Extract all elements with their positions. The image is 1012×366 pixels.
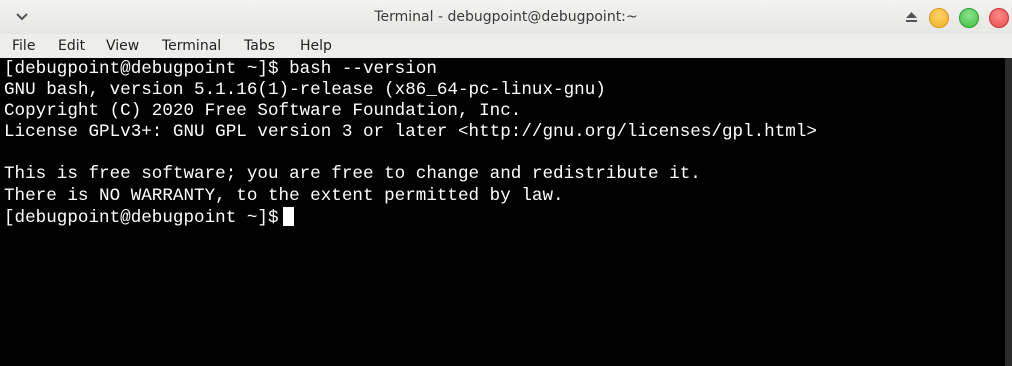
menu-help[interactable]: Help — [300, 34, 332, 58]
title-bar[interactable]: Terminal - debugpoint@debugpoint:~ — [0, 0, 1012, 34]
terminal-prompt-line: [debugpoint@debugpoint ~]$ — [4, 206, 1005, 228]
terminal-line: GNU bash, version 5.1.16(1)-release (x86… — [4, 80, 606, 101]
terminal-prompt: [debugpoint@debugpoint ~]$ — [4, 207, 279, 228]
scrollbar[interactable] — [1005, 58, 1012, 366]
terminal-line: This is free software; you are free to c… — [4, 164, 701, 185]
close-button[interactable] — [989, 8, 1009, 28]
terminal-window: Terminal - debugpoint@debugpoint:~ File … — [0, 0, 1012, 366]
menu-file[interactable]: File — [12, 34, 35, 58]
maximize-button[interactable] — [959, 8, 979, 28]
menu-view[interactable]: View — [106, 34, 139, 58]
minimize-button[interactable] — [929, 8, 949, 28]
menu-edit[interactable]: Edit — [58, 34, 85, 58]
terminal-line: There is NO WARRANTY, to the extent perm… — [4, 185, 564, 206]
window-title: Terminal - debugpoint@debugpoint:~ — [374, 9, 638, 25]
menu-bar: File Edit View Terminal Tabs Help — [0, 34, 1012, 59]
menu-terminal[interactable]: Terminal — [162, 34, 221, 58]
terminal-line: Copyright (C) 2020 Free Software Foundat… — [4, 101, 522, 122]
eject-icon[interactable] — [900, 0, 922, 34]
terminal-line: License GPLv3+: GNU GPL version 3 or lat… — [4, 122, 817, 143]
menu-tabs[interactable]: Tabs — [244, 34, 275, 58]
terminal-output[interactable]: [debugpoint@debugpoint ~]$ bash --versio… — [0, 58, 1005, 366]
text-cursor — [282, 206, 294, 226]
terminal-line: [debugpoint@debugpoint ~]$ bash --versio… — [4, 59, 437, 79]
